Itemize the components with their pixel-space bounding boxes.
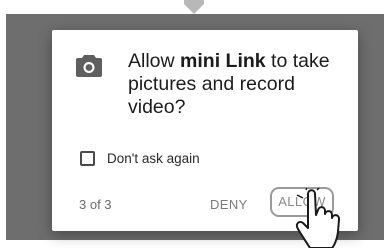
camera-icon bbox=[76, 55, 102, 77]
chevron-down-icon bbox=[184, 0, 204, 14]
app-name: mini Link bbox=[180, 50, 266, 72]
message-prefix: Allow bbox=[128, 50, 181, 72]
permission-message: Allow mini Link to take pictures and rec… bbox=[128, 50, 348, 119]
dont-ask-again-label[interactable]: Don't ask again bbox=[107, 151, 200, 166]
hand-pointer-icon bbox=[295, 188, 340, 248]
dont-ask-again-checkbox[interactable] bbox=[80, 151, 95, 166]
deny-button[interactable]: DENY bbox=[210, 197, 248, 212]
permission-counter: 3 of 3 bbox=[79, 197, 112, 212]
